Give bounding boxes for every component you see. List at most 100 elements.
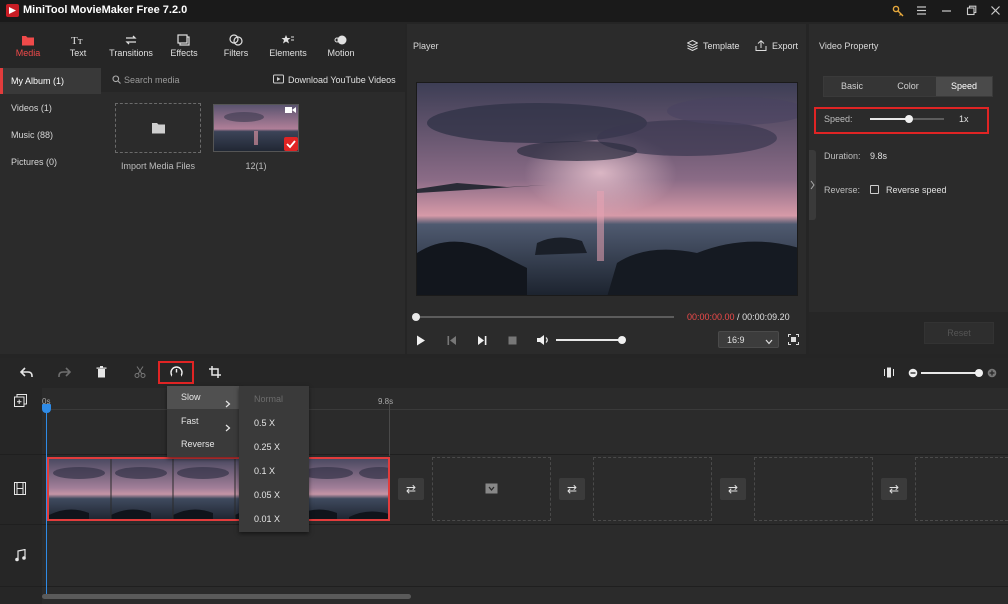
speed-gauge-icon[interactable] bbox=[170, 366, 183, 381]
seek-bar[interactable] bbox=[416, 316, 674, 318]
tab-elements[interactable]: Elements bbox=[260, 30, 316, 64]
aspect-ratio-select[interactable]: 16:9 bbox=[718, 331, 779, 348]
speed-option-0-1x[interactable]: 0.1 X bbox=[239, 459, 309, 483]
zoom-slider-handle[interactable] bbox=[975, 369, 983, 377]
undo-icon[interactable] bbox=[19, 367, 33, 380]
volume-handle[interactable] bbox=[618, 336, 626, 344]
transition-slot-button[interactable]: ⇄ bbox=[881, 478, 907, 500]
tab-text[interactable]: Tт Text bbox=[50, 30, 106, 64]
app-logo-icon bbox=[6, 4, 19, 17]
reset-button[interactable]: Reset bbox=[924, 322, 994, 344]
split-scissors-icon[interactable] bbox=[134, 366, 146, 380]
video-track-icon bbox=[14, 482, 26, 497]
add-track-icon[interactable] bbox=[14, 394, 27, 409]
tab-media[interactable]: Media bbox=[0, 30, 56, 64]
album-item-music[interactable]: Music (88) bbox=[0, 122, 101, 148]
speed-option-0-05x[interactable]: 0.05 X bbox=[239, 483, 309, 507]
timeline-video-clip[interactable] bbox=[47, 457, 390, 521]
speed-option-0-25x[interactable]: 0.25 X bbox=[239, 435, 309, 459]
album-item-pictures[interactable]: Pictures (0) bbox=[0, 149, 101, 175]
transitions-icon bbox=[103, 30, 159, 48]
delete-icon[interactable] bbox=[96, 366, 107, 380]
key-icon[interactable] bbox=[888, 2, 908, 20]
seek-handle[interactable] bbox=[412, 313, 420, 321]
zoom-out-icon[interactable] bbox=[908, 368, 918, 380]
fit-timeline-icon[interactable] bbox=[884, 367, 894, 380]
panel-collapse-handle[interactable] bbox=[809, 150, 816, 220]
svg-text:Tт: Tт bbox=[71, 35, 83, 46]
album-item-videos[interactable]: Videos (1) bbox=[0, 95, 101, 121]
transition-slot-button[interactable]: ⇄ bbox=[398, 478, 424, 500]
search-input[interactable]: Search media bbox=[124, 75, 180, 85]
playhead-handle[interactable] bbox=[42, 404, 51, 413]
timeline-drop-slot[interactable] bbox=[432, 457, 551, 521]
text-icon: Tт bbox=[50, 30, 106, 48]
total-time: 00:00:09.20 bbox=[742, 312, 790, 322]
speed-menu-slow[interactable]: Slow bbox=[167, 386, 239, 409]
speed-menu-fast[interactable]: Fast bbox=[167, 410, 239, 433]
play-button[interactable] bbox=[416, 335, 426, 348]
speed-menu-reverse[interactable]: Reverse bbox=[167, 433, 239, 456]
duration-value: 9.8s bbox=[870, 151, 888, 161]
timeline-empty-slot[interactable] bbox=[915, 457, 1008, 521]
clip-filmstrip-image bbox=[49, 459, 388, 519]
maximize-icon[interactable] bbox=[961, 2, 981, 20]
media-clip-name: 12(1) bbox=[245, 161, 267, 171]
crop-icon[interactable] bbox=[209, 366, 221, 380]
added-check-icon bbox=[284, 137, 298, 151]
ruler-tick bbox=[389, 404, 390, 456]
tab-transitions[interactable]: Transitions bbox=[103, 30, 159, 64]
volume-fill bbox=[556, 339, 622, 341]
video-preview bbox=[416, 82, 798, 296]
album-item-my-album[interactable]: My Album (1) bbox=[0, 68, 101, 94]
current-time: 00:00:00.00 bbox=[687, 312, 735, 322]
aspect-ratio-value: 16:9 bbox=[727, 335, 745, 345]
speed-menu-slow-label: Slow bbox=[181, 392, 201, 402]
slow-speed-submenu: Normal 0.5 X 0.25 X 0.1 X 0.05 X 0.01 X bbox=[239, 386, 309, 532]
zoom-in-icon[interactable] bbox=[987, 368, 997, 380]
template-button[interactable]: Template bbox=[703, 41, 740, 51]
zoom-slider-fill bbox=[921, 372, 979, 374]
tab-effects[interactable]: Effects bbox=[156, 30, 212, 64]
minimize-icon[interactable] bbox=[936, 2, 956, 20]
speed-menu: Slow Fast Reverse bbox=[167, 386, 239, 457]
tab-speed[interactable]: Speed bbox=[936, 77, 992, 96]
tab-basic[interactable]: Basic bbox=[824, 77, 880, 96]
next-frame-button[interactable] bbox=[477, 335, 487, 348]
previous-frame-button[interactable] bbox=[447, 335, 457, 348]
tab-elements-label: Elements bbox=[269, 48, 307, 58]
tab-color[interactable]: Color bbox=[880, 77, 936, 96]
volume-icon[interactable] bbox=[536, 334, 550, 348]
download-icon bbox=[273, 74, 284, 86]
timeline-empty-slot[interactable] bbox=[593, 457, 712, 521]
folder-icon bbox=[151, 121, 166, 136]
duration-label: Duration: bbox=[824, 151, 861, 161]
time-display: 00:00:00.00 / 00:00:09.20 bbox=[687, 312, 790, 322]
speed-option-0-5x[interactable]: 0.5 X bbox=[239, 411, 309, 435]
close-icon[interactable] bbox=[985, 2, 1005, 20]
playhead-line[interactable] bbox=[46, 408, 47, 598]
reverse-label: Reverse: bbox=[824, 185, 861, 195]
reverse-speed-checkbox[interactable] bbox=[870, 185, 879, 194]
speed-option-0-01x[interactable]: 0.01 X bbox=[239, 507, 309, 531]
import-media-button[interactable] bbox=[115, 103, 201, 153]
motion-icon bbox=[313, 30, 369, 48]
menu-icon[interactable] bbox=[911, 2, 931, 20]
export-button[interactable]: Export bbox=[772, 41, 798, 51]
transition-slot-button[interactable]: ⇄ bbox=[720, 478, 746, 500]
player-title: Player bbox=[413, 41, 439, 51]
redo-icon[interactable] bbox=[58, 367, 72, 380]
tab-filters[interactable]: Filters bbox=[208, 30, 264, 64]
sunset-sea-image bbox=[417, 83, 797, 295]
elements-icon bbox=[260, 30, 316, 48]
timeline-empty-slot[interactable] bbox=[754, 457, 873, 521]
transition-slot-button[interactable]: ⇄ bbox=[559, 478, 585, 500]
speed-menu-fast-label: Fast bbox=[181, 416, 199, 426]
timeline-scrollbar[interactable] bbox=[42, 594, 411, 599]
tab-motion[interactable]: Motion bbox=[313, 30, 369, 64]
app-title: MiniTool MovieMaker Free 7.2.0 bbox=[23, 4, 188, 16]
tab-media-label: Media bbox=[15, 48, 41, 58]
download-youtube-link[interactable]: Download YouTube Videos bbox=[288, 75, 396, 85]
stop-button[interactable] bbox=[508, 336, 517, 347]
fullscreen-icon[interactable] bbox=[788, 334, 799, 347]
